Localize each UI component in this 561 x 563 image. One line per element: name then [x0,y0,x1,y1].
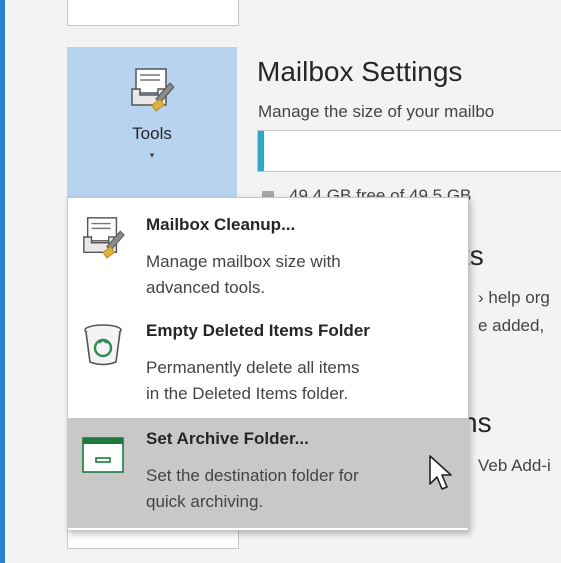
menu-item-set-archive-folder[interactable]: Set Archive Folder... Set the destinatio… [68,418,468,528]
chevron-down-icon: ▾ [149,150,155,160]
mailbox-cleanup-icon [83,217,125,259]
left-accent-bar [0,0,5,563]
storage-bar [257,130,561,172]
tools-label: Tools [132,124,172,143]
menu-item-desc: quick archiving. [146,492,264,511]
mailbox-settings-description: Manage the size of your mailbo [258,102,495,121]
rules-section-desc-1: › help org [478,288,550,307]
storage-bar-fill [258,131,265,171]
menu-item-mailbox-cleanup[interactable]: Mailbox Cleanup... Manage mailbox size w… [68,206,468,310]
ribbon-button-above[interactable] [67,0,239,26]
menu-item-empty-deleted-items[interactable]: Empty Deleted Items Folder Permanently d… [68,312,468,416]
addins-section-desc: Veb Add-i [478,456,551,475]
menu-item-desc: Permanently delete all items [146,358,360,377]
menu-item-title: Mailbox Cleanup... [146,215,296,234]
menu-item-title: Empty Deleted Items Folder [146,321,370,340]
menu-item-desc: in the Deleted Items folder. [146,384,349,403]
menu-item-desc: Manage mailbox size with [146,252,341,271]
mailbox-settings-title: Mailbox Settings [257,56,463,87]
rules-section-desc-2: e added, [478,316,545,335]
mouse-cursor-icon [429,455,452,490]
tools-dropdown-menu: Mailbox Cleanup... Manage mailbox size w… [67,197,469,531]
archive-folder-icon [82,437,124,473]
mailbox-tools-icon [131,68,174,112]
menu-item-desc: Set the destination folder for [146,466,359,485]
menu-item-title: Set Archive Folder... [146,429,309,448]
menu-item-desc: advanced tools. [146,278,266,297]
tools-button[interactable]: Tools ▾ [67,47,237,199]
recycle-bin-icon [84,324,122,366]
